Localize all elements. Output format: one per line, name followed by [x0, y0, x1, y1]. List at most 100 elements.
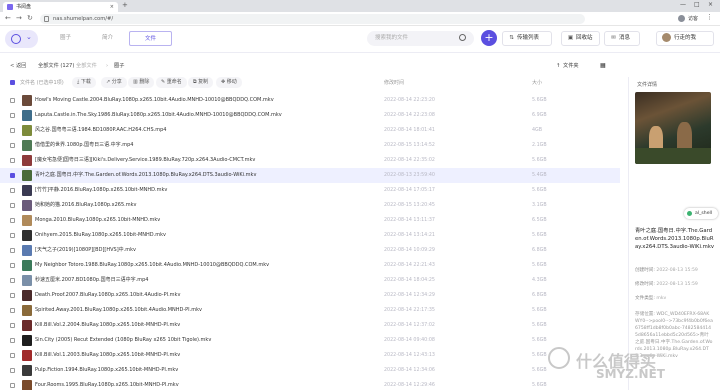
app-logo-switcher[interactable]: ⌄ [5, 30, 38, 48]
file-name[interactable]: My Neighbor Totoro.1988.BluRay.1080p.x26… [35, 258, 375, 273]
table-row[interactable]: Laputa.Castle.in.The.Sky.1986.BluRay.108… [0, 108, 620, 123]
file-name[interactable]: Sin.City (2005) Recut Extended (1080p Bl… [35, 333, 375, 348]
table-row[interactable]: Death.Proof.2007.BluRay.1080p.x265.10bit… [0, 288, 620, 303]
file-name[interactable]: 她和她的猫.2016.BluRay.1080p.x265.mkv [35, 198, 375, 213]
recycle-bin-button[interactable]: ▣ 回收站 [561, 31, 600, 46]
row-checkbox[interactable] [10, 248, 15, 253]
tab-circle[interactable]: 圈子 [44, 31, 87, 46]
browser-tab[interactable]: 书阅盘 × [3, 2, 118, 12]
row-checkbox[interactable] [10, 383, 15, 388]
row-checkbox[interactable] [10, 113, 15, 118]
table-row[interactable]: [竹竹]平静.2016.BluRay.1080p.x265.10bit-MNHD… [0, 183, 620, 198]
file-name[interactable]: 秒速五厘米.2007.BD1080p.国粤日三语中字.mp4 [35, 273, 375, 288]
rename-button[interactable]: ✎ 重命名 [156, 77, 187, 88]
row-checkbox[interactable] [10, 218, 15, 223]
table-row[interactable]: Onihyem.2015.BluRay.1080p.x265.10bit-MNH… [0, 228, 620, 243]
row-checkbox[interactable] [10, 158, 15, 163]
row-checkbox[interactable] [10, 308, 15, 313]
row-checkbox[interactable] [10, 293, 15, 298]
search-input[interactable]: 搜索我的文件 [367, 31, 474, 46]
table-row[interactable]: 她和她的猫.2016.BluRay.1080p.x265.mkv 2022-08-… [0, 198, 620, 213]
table-row[interactable]: [天气之子(2019)[1080P][BD][HVS]中.mkv 2022-08-… [0, 243, 620, 258]
tab-intro[interactable]: 简介 [86, 31, 129, 46]
table-row[interactable]: 风之谷.国粤粤三语.1984.BD1080P.AAC.H264.CHS.mp4 2… [0, 123, 620, 138]
row-checkbox[interactable] [10, 233, 15, 238]
table-row[interactable]: 借借里的世界.1080p.国粤日三语.中字.mp4 2022-08-15 13:1… [0, 138, 620, 153]
move-button[interactable]: ✥ 移动 [216, 77, 242, 88]
file-name[interactable]: 风之谷.国粤粤三语.1984.BD1080P.AAC.H264.CHS.mp4 [35, 123, 375, 138]
file-name[interactable]: [魔女宅急便]国粤日三语][Kiki's.Delivery.Service.19… [35, 153, 375, 168]
file-name[interactable]: Death.Proof.2007.BluRay.1080p.x265.10bit… [35, 288, 375, 303]
row-checkbox[interactable] [10, 278, 15, 283]
file-name[interactable]: 青叶之庭.国粤日.中字.The.Garden.of.Words.2013.108… [35, 168, 375, 183]
folder-label[interactable]: 文件夹 [563, 61, 579, 71]
file-name[interactable]: Kill.Bill.Vol.2.2004.BluRay.1080p.x265.1… [35, 318, 375, 333]
table-row[interactable]: Howl's Moving Castle.2004.BluRay.1080p.x… [0, 93, 620, 108]
download-button[interactable]: ⤓ 下载 [72, 77, 96, 88]
table-row[interactable]: Monga.2010.BluRay.1080p.x265.10bit-MNHD.… [0, 213, 620, 228]
file-name[interactable]: Laputa.Castle.in.The.Sky.1986.BluRay.108… [35, 108, 375, 123]
row-checkbox[interactable] [10, 353, 15, 358]
tab-close-icon[interactable]: × [110, 3, 114, 11]
breadcrumb-all-files[interactable]: 全部文件 (127) [38, 61, 74, 71]
breadcrumb-all-files-secondary[interactable]: 全部文件 [76, 61, 97, 71]
user-menu-button[interactable]: 行走的我 [656, 31, 714, 46]
file-name[interactable]: 借借里的世界.1080p.国粤日三语.中字.mp4 [35, 138, 375, 153]
table-row[interactable]: 秒速五厘米.2007.BD1080p.国粤日三语中字.mp4 2022-08-14… [0, 273, 620, 288]
grid-view-icon[interactable]: ▦ [600, 61, 606, 71]
browser-menu-icon[interactable]: ⋮ [706, 13, 713, 21]
table-row[interactable]: Sin.City (2005) Recut Extended (1080p Bl… [0, 333, 620, 348]
column-size-header[interactable]: 大小 [532, 78, 542, 88]
messages-button[interactable]: ✉ 消息 [604, 31, 640, 46]
transfer-list-button[interactable]: ⇅ 传输列表 [502, 31, 552, 46]
file-name[interactable]: Four.Rooms.1995.BluRay.1080p.x265.10bit-… [35, 378, 375, 390]
row-checkbox[interactable] [10, 173, 15, 178]
file-name[interactable]: Pulp.Fiction.1994.BluRay.1080p.x265.10bi… [35, 363, 375, 378]
reload-icon[interactable]: ↻ [27, 14, 33, 22]
table-row[interactable]: [魔女宅急便]国粤日三语][Kiki's.Delivery.Service.19… [0, 153, 620, 168]
row-checkbox[interactable] [10, 323, 15, 328]
add-button[interactable]: + [481, 30, 497, 46]
url-field[interactable]: nas.shumelpan.com/#/ [40, 14, 585, 24]
file-name[interactable]: Onihyem.2015.BluRay.1080p.x265.10bit-MNH… [35, 228, 375, 243]
file-name[interactable]: Spirited.Away.2001.BluRay.1080p.x265.10b… [35, 303, 375, 318]
column-name-header[interactable]: 文件名 (已选中1项) [20, 78, 64, 88]
copy-button[interactable]: ⧉ 复制 [188, 77, 214, 88]
row-checkbox[interactable] [10, 98, 15, 103]
table-row[interactable]: 青叶之庭.国粤日.中字.The.Garden.of.Words.2013.108… [0, 168, 620, 183]
search-icon[interactable] [459, 34, 466, 41]
table-row[interactable]: Spirited.Away.2001.BluRay.1080p.x265.10b… [0, 303, 620, 318]
row-checkbox[interactable] [10, 338, 15, 343]
row-checkbox[interactable] [10, 203, 15, 208]
select-all-checkbox[interactable] [10, 80, 15, 85]
table-row[interactable]: Kill.Bill.Vol.2.2004.BluRay.1080p.x265.1… [0, 318, 620, 333]
forward-icon[interactable]: → [16, 14, 22, 22]
new-tab-button[interactable]: + [122, 1, 128, 9]
row-checkbox[interactable] [10, 368, 15, 373]
table-row[interactable]: My Neighbor Totoro.1988.BluRay.1080p.x26… [0, 258, 620, 273]
row-checkbox[interactable] [10, 263, 15, 268]
file-name[interactable]: Howl's Moving Castle.2004.BluRay.1080p.x… [35, 93, 375, 108]
shell-badge[interactable]: al_shell [684, 208, 718, 219]
table-row[interactable]: Kill.Bill.Vol.1.2003.BluRay.1080p.x265.1… [0, 348, 620, 363]
profile-icon[interactable] [678, 15, 685, 22]
window-close-icon[interactable]: × [708, 1, 713, 8]
column-date-header[interactable]: 修改时间 [384, 78, 404, 88]
share-button[interactable]: ↗ 分享 [101, 77, 127, 88]
file-name[interactable]: [竹竹]平静.2016.BluRay.1080p.x265.10bit-MNHD… [35, 183, 375, 198]
upload-arrow-icon[interactable]: ↑ [556, 61, 560, 71]
file-name[interactable]: [天气之子(2019)[1080P][BD][HVS]中.mkv [35, 243, 375, 258]
minimize-icon[interactable]: — [680, 1, 686, 8]
back-link[interactable]: < 返回 [10, 61, 26, 71]
back-icon[interactable]: ← [5, 14, 11, 22]
tab-files[interactable]: 文件 [129, 31, 172, 46]
delete-button[interactable]: ▥ 删除 [128, 77, 155, 88]
row-checkbox[interactable] [10, 143, 15, 148]
table-row[interactable]: Pulp.Fiction.1994.BluRay.1080p.x265.10bi… [0, 363, 620, 378]
file-name[interactable]: Monga.2010.BluRay.1080p.x265.10bit-MNHD.… [35, 213, 375, 228]
row-checkbox[interactable] [10, 128, 15, 133]
table-row[interactable]: Four.Rooms.1995.BluRay.1080p.x265.10bit-… [0, 378, 620, 390]
maximize-icon[interactable]: □ [694, 1, 700, 8]
file-name[interactable]: Kill.Bill.Vol.1.2003.BluRay.1080p.x265.1… [35, 348, 375, 363]
row-checkbox[interactable] [10, 188, 15, 193]
